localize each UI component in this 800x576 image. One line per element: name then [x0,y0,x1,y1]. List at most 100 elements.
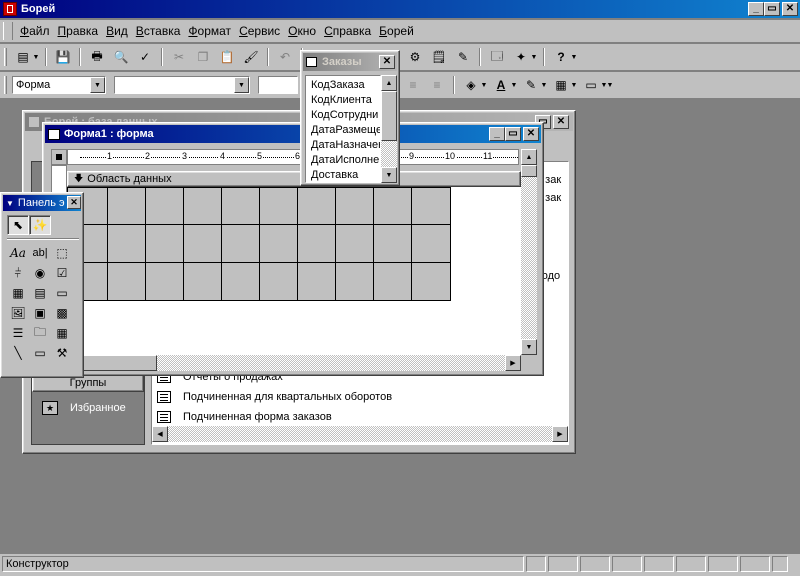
undo-icon[interactable]: ↶ [274,47,296,67]
chevron-down-icon[interactable]: ▼ [90,77,105,93]
form-hscrollbar[interactable]: ◀ ▶ [51,355,521,371]
minimize-button[interactable]: _ [748,2,764,16]
menu-window[interactable]: Окно [284,24,320,38]
db-close-button[interactable]: ✕ [553,115,569,129]
new-object-dropdown-icon[interactable]: ▼ [530,54,538,61]
maximize-button[interactable]: ▭ [764,2,780,16]
line-color-icon[interactable]: ✎ [520,75,542,95]
code-icon[interactable]: ⚙ [404,47,426,67]
save-icon[interactable]: 💾 [52,47,74,67]
copy-icon[interactable]: ❐ [192,47,214,67]
fill-color-icon[interactable]: ◈ [460,75,482,95]
form-vscrollbar[interactable]: ▲ ▼ [521,149,537,355]
checkbox-icon[interactable]: ☑ [51,263,73,283]
combobox-icon[interactable]: ▦ [7,283,29,303]
list-item[interactable]: КодКлиента [306,93,380,108]
subform-icon[interactable]: ▦ [51,323,73,343]
command-button-icon[interactable]: ▭ [51,283,73,303]
special-effect-icon[interactable]: ▭ [580,75,602,95]
horizontal-ruler[interactable]: 1 2 3 4 5 6 7 8 9 10 11 [67,149,519,165]
object-combo[interactable]: Форма ▼ [12,76,106,94]
view-form-icon[interactable]: ▤ [12,47,34,67]
print-icon[interactable]: 🖶 [86,47,108,67]
app-icon[interactable] [3,2,17,16]
cut-icon[interactable]: ✂ [168,47,190,67]
help-icon[interactable]: ? [550,47,572,67]
scroll-thumb[interactable] [521,165,537,177]
rectangle-tool-icon[interactable]: ▭ [29,343,51,363]
tab-control-icon[interactable]: 🗀 [29,323,51,343]
database-window-icon[interactable]: 🗔 [486,47,508,67]
control-wizards-icon[interactable]: ✨ [29,215,51,235]
option-button-icon[interactable]: ◉ [29,263,51,283]
line-color-dropdown-icon[interactable]: ▼ [540,82,548,89]
properties-icon[interactable]: 🗒 [428,47,450,67]
spelling-icon[interactable]: ✓ [134,47,156,67]
list-item[interactable]: ДатаРазмеще [306,123,380,138]
scroll-right-icon[interactable]: ▶ [505,355,521,371]
chevron-down-icon[interactable]: ▼ [234,77,249,93]
new-object-icon[interactable]: ✦ [510,47,532,67]
print-preview-icon[interactable]: 🔍 [110,47,132,67]
form-close-button[interactable]: ✕ [523,127,539,141]
more-buttons-icon[interactable]: ▼ [606,82,614,89]
toolbox-close-button[interactable]: ✕ [67,196,81,209]
menu-file[interactable]: Файл [16,24,54,38]
menu-format[interactable]: Формат [184,24,235,38]
menu-view[interactable]: Вид [102,24,132,38]
build-icon[interactable]: ✎ [452,47,474,67]
page-break-icon[interactable]: ☰ [7,323,29,343]
objects-hscrollbar[interactable]: ◀ ▶ [152,426,568,442]
list-item[interactable]: КодЗаказа [306,78,380,93]
scroll-track[interactable] [157,355,505,371]
menu-help[interactable]: Справка [320,24,375,38]
font-color-dropdown-icon[interactable]: ▼ [510,82,518,89]
size-combo[interactable] [258,76,298,94]
field-list-vscrollbar[interactable]: ▲ ▼ [381,75,397,183]
menu-grip[interactable] [3,22,13,40]
menu-insert[interactable]: Вставка [132,24,185,38]
list-item[interactable]: ДатаНазначен [306,138,380,153]
menu-edit[interactable]: Правка [54,24,103,38]
form-minimize-button[interactable]: _ [489,127,505,141]
more-controls-icon[interactable]: ⚒ [51,343,73,363]
favorites-item[interactable]: ★ Избранное [42,398,142,418]
design-grid[interactable] [67,187,521,355]
scroll-down-icon[interactable]: ▼ [381,167,397,183]
bound-object-icon[interactable]: ▩ [51,303,73,323]
menu-borey[interactable]: Борей [375,24,418,38]
toolbox-menu-icon[interactable]: ▼ [6,199,14,208]
paste-icon[interactable]: 📋 [216,47,238,67]
line-tool-icon[interactable]: ╲ [7,343,29,363]
list-item[interactable]: КодСотрудни [306,108,380,123]
list-item[interactable]: Доставка [306,168,380,183]
scroll-left-icon[interactable]: ◀ [152,426,168,442]
align-right-icon[interactable]: ≡ [426,75,448,95]
option-group-icon[interactable]: ⬚ [51,243,73,263]
view-dropdown-icon[interactable]: ▼ [32,54,40,61]
list-item[interactable]: Подчиненная форма заказов [157,407,332,426]
format-painter-icon[interactable]: 🖌 [240,47,262,67]
scroll-up-icon[interactable]: ▲ [521,149,537,165]
help-dropdown-icon[interactable]: ▼ [570,54,578,61]
image-icon[interactable]: 🖼 [7,303,29,323]
menu-tools[interactable]: Сервис [235,24,284,38]
label-tool-icon[interactable]: Aa [7,243,29,263]
unbound-object-icon[interactable]: ▣ [29,303,51,323]
size-grip[interactable] [772,556,788,572]
scroll-track[interactable] [168,426,552,442]
toggle-button-icon[interactable]: ⫩ [7,263,29,283]
line-width-dropdown-icon[interactable]: ▼ [570,82,578,89]
scroll-thumb[interactable] [381,91,397,141]
form-selector[interactable] [51,149,67,165]
scroll-track[interactable] [521,177,537,339]
fill-color-dropdown-icon[interactable]: ▼ [480,82,488,89]
list-item[interactable]: ДатаИсполнен [306,153,380,168]
select-objects-icon[interactable]: ⬉ [7,215,29,235]
detail-section-header[interactable]: 🡇 Область данных [67,171,521,187]
scroll-down-icon[interactable]: ▼ [521,339,537,355]
font-combo[interactable]: ▼ [114,76,250,94]
listbox-icon[interactable]: ▤ [29,283,51,303]
scroll-track[interactable] [381,141,397,167]
align-center-icon[interactable]: ≡ [402,75,424,95]
